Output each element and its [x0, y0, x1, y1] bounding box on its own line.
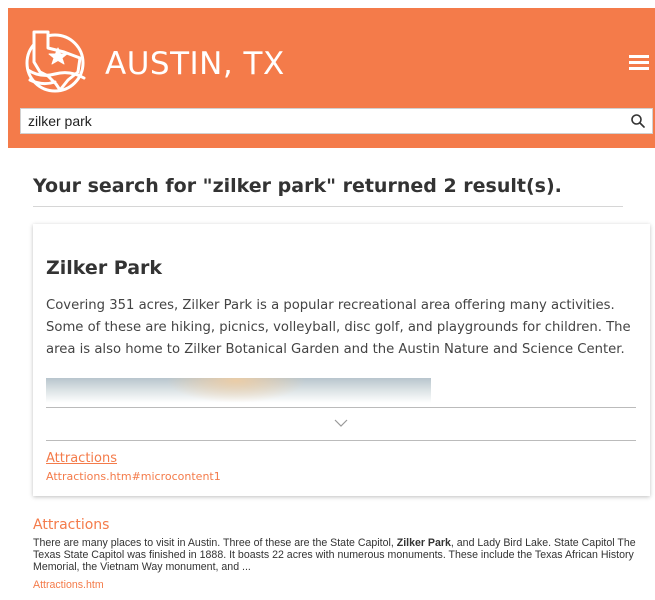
site-title: AUSTIN, TX	[105, 46, 285, 82]
search-input[interactable]	[21, 109, 621, 133]
result-image	[46, 378, 431, 403]
snippet-text: There are many places to visit in Austin…	[33, 537, 397, 549]
result-card: Zilker Park Covering 351 acres, Zilker P…	[33, 224, 650, 496]
search-box	[20, 108, 653, 134]
result-url[interactable]: Attractions.htm	[33, 579, 104, 591]
results-heading: Your search for "zilker park" returned 2…	[33, 175, 562, 197]
site-header: AUSTIN, TX	[8, 8, 655, 148]
divider	[46, 440, 636, 441]
result-link[interactable]: Attractions	[46, 451, 117, 466]
texas-star-logo-icon[interactable]	[20, 18, 90, 98]
search-icon[interactable]	[630, 113, 646, 129]
result-snippet: There are many places to visit in Austin…	[33, 537, 645, 573]
result-title-link[interactable]: Attractions	[33, 517, 109, 533]
divider	[33, 206, 623, 207]
hamburger-menu-icon[interactable]	[627, 53, 651, 73]
result-description: Covering 351 acres, Zilker Park is a pop…	[46, 298, 631, 357]
divider	[46, 407, 636, 408]
result-url: Attractions.htm#microcontent1	[46, 470, 221, 483]
page: AUSTIN, TX Your search for "zilker park"…	[0, 0, 655, 600]
snippet-highlight: Zilker Park	[396, 537, 451, 549]
chevron-down-icon[interactable]	[333, 417, 349, 429]
result-title: Zilker Park	[46, 257, 163, 279]
